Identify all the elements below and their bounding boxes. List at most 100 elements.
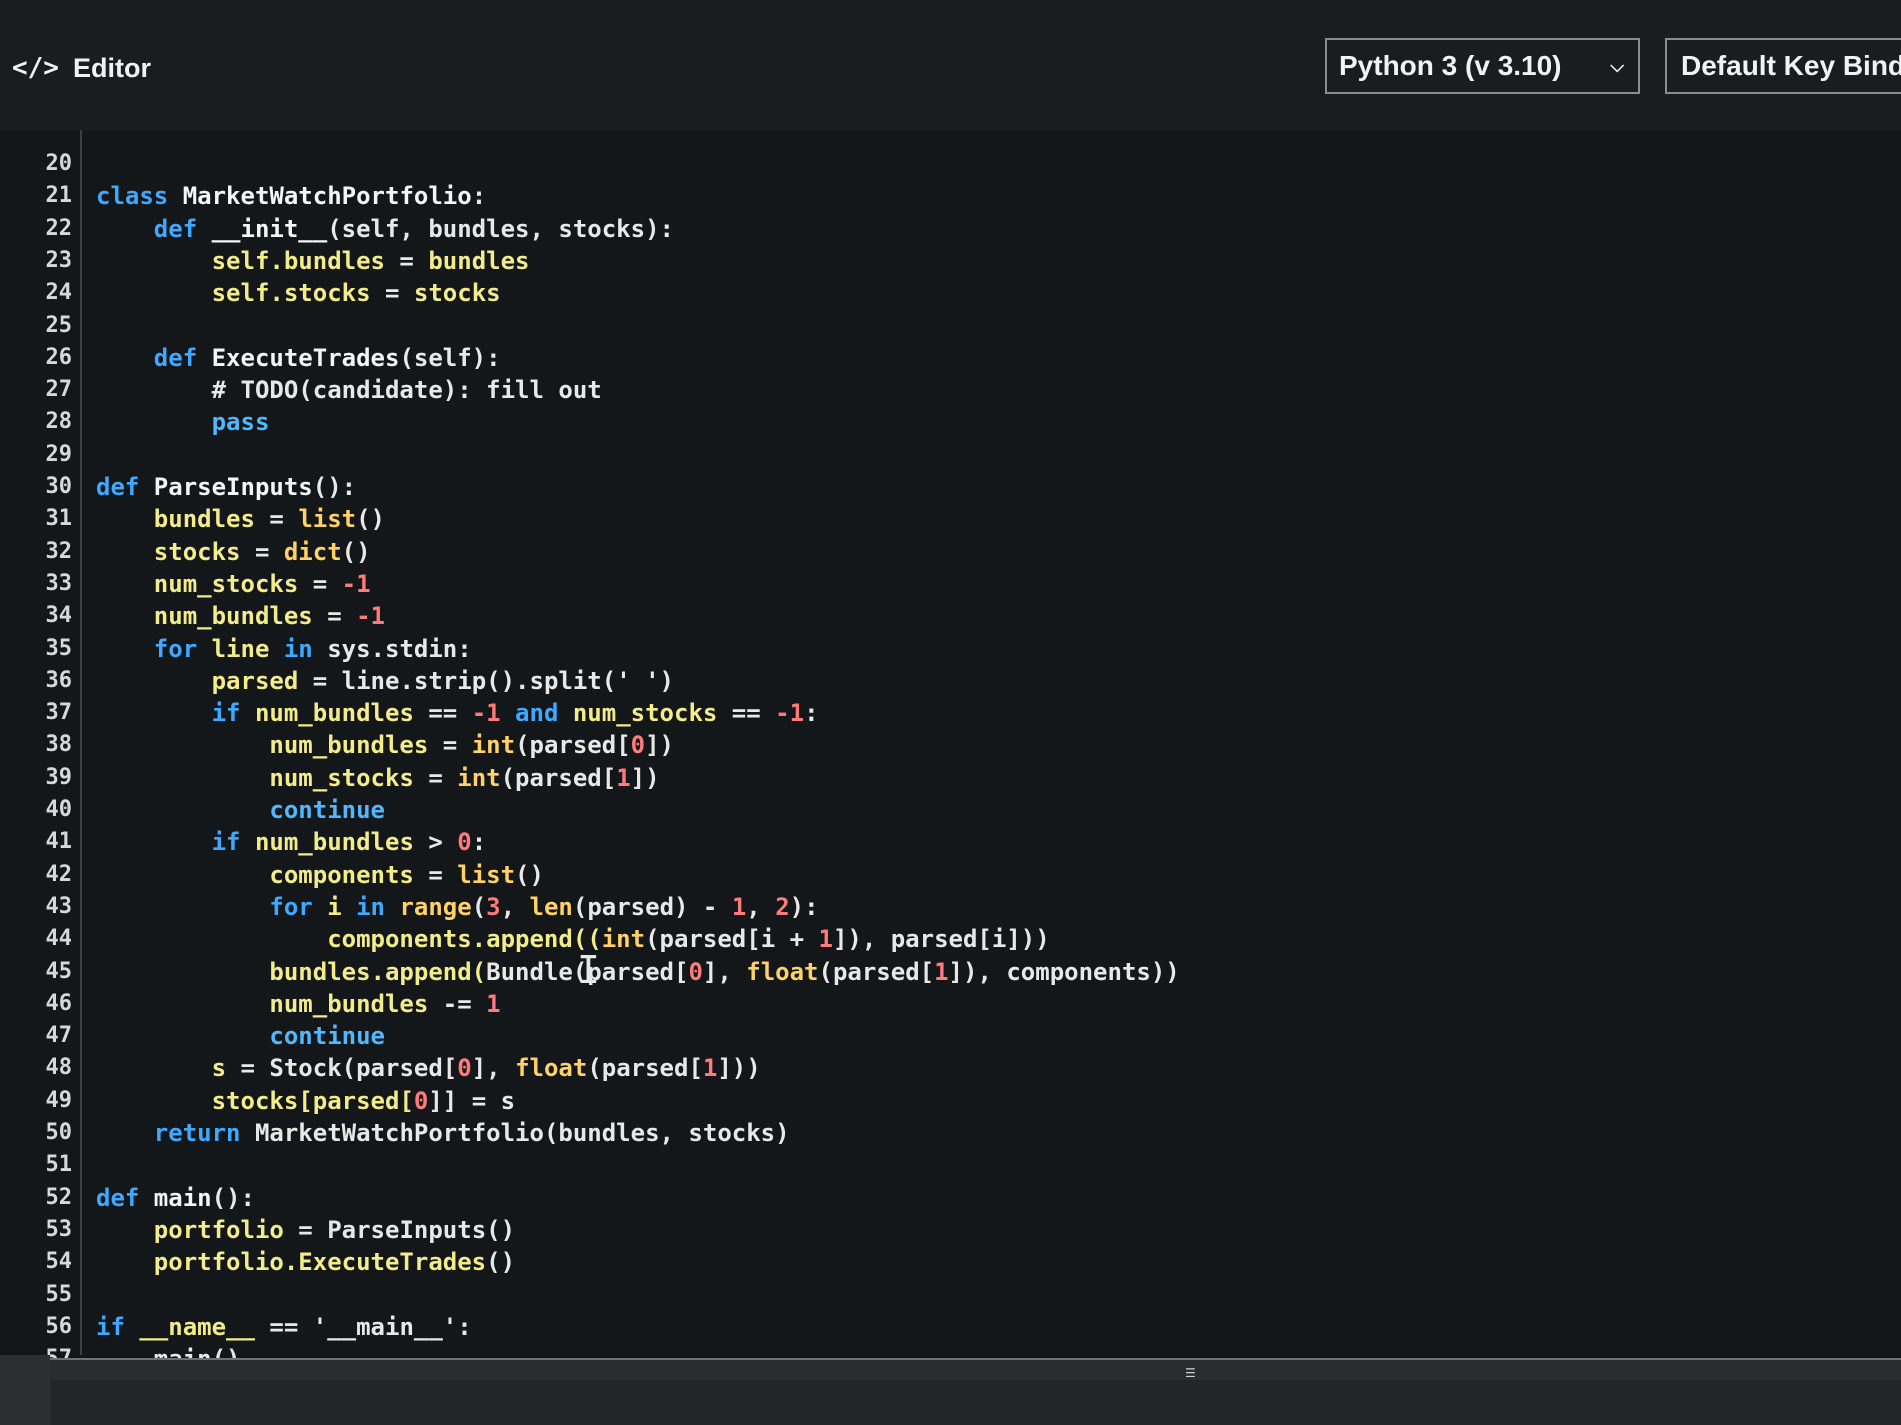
code-line[interactable]: def ExecuteTrades(self):	[154, 342, 501, 374]
code-line[interactable]: num_bundles = -1	[154, 600, 385, 632]
line-number: 21	[45, 183, 73, 209]
code-line[interactable]: if num_bundles > 0:	[212, 826, 487, 858]
code-line[interactable]: pass	[212, 406, 270, 438]
code-token: Stock(parsed[	[269, 1054, 458, 1083]
code-token: :	[457, 1312, 472, 1341]
code-token: =	[413, 860, 458, 889]
line-number: 22	[45, 215, 73, 241]
language-select[interactable]: Python 3 (v 3.10) ⌵	[1325, 38, 1640, 94]
code-token: 0	[413, 1086, 429, 1115]
code-token: >	[413, 828, 458, 857]
code-line[interactable]: if num_bundles == -1 and num_stocks == -…	[212, 697, 819, 729]
code-token: 1	[702, 1054, 718, 1083]
left-rail	[0, 1355, 50, 1425]
code-line[interactable]: for line in sys.stdin:	[154, 633, 472, 665]
code-token: bundles	[428, 246, 530, 275]
key-bindings-select[interactable]: Default Key Bindin	[1665, 38, 1901, 94]
code-token: 1	[818, 925, 833, 954]
code-token: stocks[parsed[	[211, 1086, 414, 1115]
code-line[interactable]: portfolio = ParseInputs()	[154, 1214, 515, 1246]
code-line[interactable]: stocks = dict()	[154, 536, 371, 568]
line-number: 25	[45, 312, 73, 338]
code-line[interactable]: continue	[269, 1020, 385, 1052]
code-token: ==	[717, 699, 776, 728]
code-token: pass	[211, 408, 270, 437]
code-token: =	[254, 505, 299, 534]
line-number: 23	[45, 247, 73, 273]
code-token: (parsed[	[818, 957, 935, 986]
code-line[interactable]: def ParseInputs():	[96, 471, 356, 503]
code-token: num_stocks	[153, 569, 299, 598]
code-token: and	[500, 699, 573, 728]
code-token: float	[515, 1054, 588, 1083]
code-token: MarketWatchPortfolio(bundles, stocks)	[254, 1119, 790, 1147]
key-bindings-label: Default Key Bindin	[1681, 50, 1901, 81]
code-token: def	[153, 343, 212, 372]
code-token: dict	[283, 537, 342, 566]
code-token: num_bundles	[269, 731, 429, 760]
code-line[interactable]: components = list()	[269, 859, 544, 891]
code-token: line	[211, 634, 284, 663]
code-line[interactable]: if __name__ == '__main__':	[96, 1311, 472, 1343]
drag-handle-icon: ☰	[1185, 1366, 1196, 1380]
code-token: ],	[471, 1054, 516, 1083]
code-token: =	[226, 1054, 270, 1083]
code-token: __init__	[211, 214, 328, 243]
line-number: 45	[45, 958, 73, 984]
code-line[interactable]: components.append((int(parsed[i + 1]), p…	[327, 923, 1050, 955]
line-number: 36	[45, 667, 73, 693]
line-number: 42	[45, 861, 73, 887]
code-line[interactable]: s = Stock(parsed[0], float(parsed[1]))	[212, 1052, 761, 1084]
code-token: ==	[413, 699, 472, 728]
line-number: 32	[45, 538, 73, 564]
code-line[interactable]: bundles = list()	[154, 503, 385, 535]
line-number: 37	[45, 700, 73, 726]
code-token: =	[298, 569, 342, 598]
code-token: for	[269, 892, 328, 921]
code-area[interactable]: class MarketWatchPortfolio: def __init__(…	[82, 130, 1901, 1373]
code-line[interactable]: num_stocks = int(parsed[1])	[269, 762, 659, 794]
code-line[interactable]: def main():	[96, 1182, 255, 1214]
code-line[interactable]: num_bundles = int(parsed[0])	[269, 729, 674, 761]
code-line[interactable]: num_bundles -= 1	[269, 988, 500, 1020]
code-line[interactable]: self.stocks = stocks	[212, 277, 501, 309]
code-line[interactable]: class MarketWatchPortfolio:	[96, 180, 486, 212]
code-line[interactable]: num_stocks = -1	[154, 568, 371, 600]
code-token: class	[96, 182, 183, 211]
code-token: continue	[269, 796, 385, 824]
code-token: =	[384, 246, 429, 275]
code-token: :	[471, 828, 487, 857]
code-line[interactable]: continue	[269, 794, 385, 826]
editor-header: </> Editor Python 3 (v 3.10) ⌵ Default K…	[0, 0, 1901, 130]
line-number: 20	[45, 151, 73, 176]
code-line[interactable]: for i in range(3, len(parsed) - 1, 2):	[269, 891, 818, 923]
code-token: num_bundles	[254, 699, 414, 728]
code-line[interactable]: def __init__(self, bundles, stocks):	[154, 213, 674, 245]
line-number: 48	[45, 1055, 73, 1081]
code-line[interactable]: portfolio.ExecuteTrades()	[154, 1246, 515, 1278]
code-line[interactable]: self.bundles = bundles	[212, 245, 530, 277]
code-token: ():	[211, 1183, 255, 1212]
code-token: list	[457, 860, 516, 889]
code-token: # TODO(candidate): fill out	[211, 376, 602, 405]
code-line[interactable]: parsed = line.strip().split(' ')	[212, 665, 674, 697]
code-line[interactable]: stocks[parsed[0]] = s	[212, 1085, 515, 1117]
code-token: int	[457, 763, 501, 792]
code-editor[interactable]: 20 21 22 23 24 25 26 27 28 29 30 31 32 33 34 35 36 37 38 39…	[0, 130, 1901, 1373]
code-token: =	[413, 763, 458, 792]
panel-splitter[interactable]: ☰	[50, 1358, 1901, 1382]
code-token: self.stocks	[211, 279, 371, 308]
code-token: __name__	[139, 1312, 255, 1341]
code-token: (parsed[i +	[645, 925, 819, 954]
code-token: -1	[356, 602, 386, 631]
code-token: ],	[702, 957, 747, 986]
code-token: in	[283, 634, 328, 663]
code-line[interactable]: return MarketWatchPortfolio(bundles, sto…	[154, 1117, 790, 1149]
code-token: ()	[515, 860, 544, 889]
line-number: 34	[45, 603, 73, 629]
code-token: (self):	[399, 343, 501, 372]
code-token: list	[298, 505, 357, 534]
code-line[interactable]: # TODO(candidate): fill out	[212, 374, 602, 406]
line-number: 50	[45, 1120, 73, 1145]
code-line[interactable]: bundles.append(Bundle(parsed[0], float(p…	[269, 956, 1179, 988]
